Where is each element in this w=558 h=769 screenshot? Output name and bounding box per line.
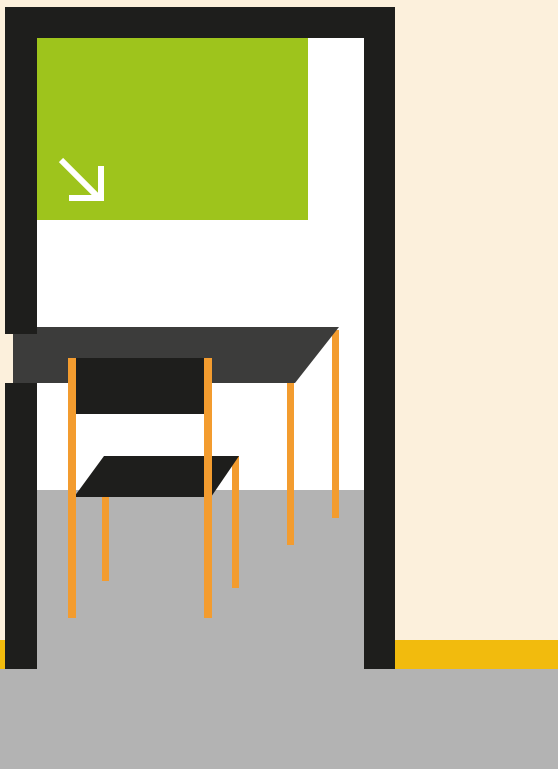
floor-foreground: [0, 669, 558, 769]
green-sign: [37, 38, 308, 220]
door-frame-right-jamb: [364, 7, 395, 669]
door-frame-left-jamb-lower: [5, 383, 37, 669]
doorway-illustration: [0, 0, 558, 769]
chair-backrest: [72, 358, 208, 414]
desk-back-legs: [332, 330, 339, 518]
door-frame-left-jamb: [5, 7, 37, 334]
desk-front-leg: [287, 383, 294, 545]
floor-inside-doorway: [37, 490, 364, 670]
door-frame-top: [5, 7, 395, 38]
illustration-canvas: [0, 0, 558, 769]
